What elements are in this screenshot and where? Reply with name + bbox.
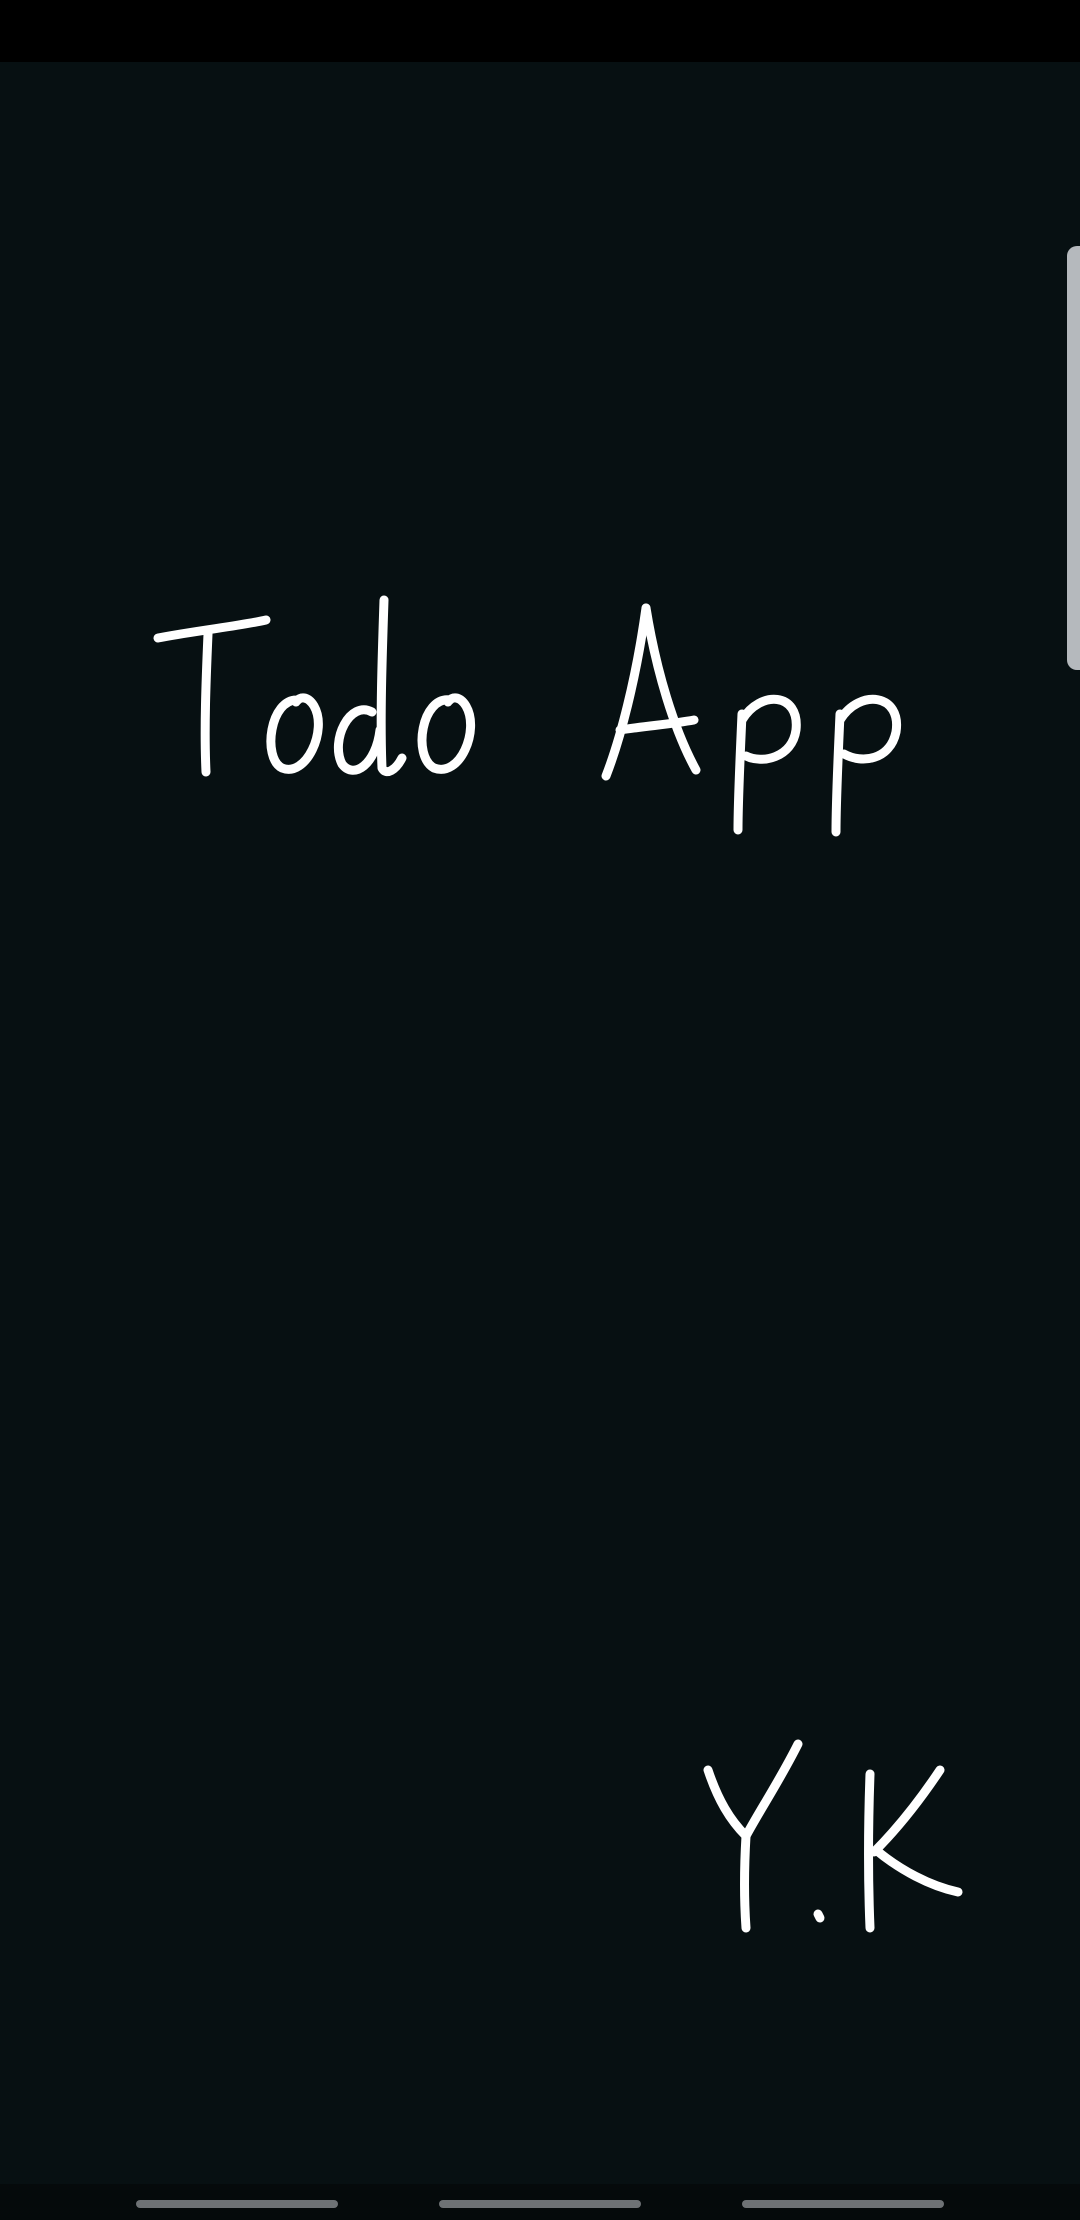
app-title-handwriting: [153, 595, 901, 837]
nav-back-button[interactable]: [742, 2200, 944, 2208]
status-bar: [0, 0, 1080, 62]
splash-screen: Todo App: [0, 0, 1080, 2220]
nav-home-button[interactable]: [439, 2200, 641, 2208]
navigation-bar: [0, 2184, 1080, 2220]
edge-panel-handle[interactable]: [1067, 246, 1080, 670]
app-title: Todo App: [150, 580, 950, 860]
author-signature-handwriting: [703, 1739, 963, 1933]
nav-recents-button[interactable]: [136, 2200, 338, 2208]
author-signature: Y.K: [690, 1730, 970, 1950]
